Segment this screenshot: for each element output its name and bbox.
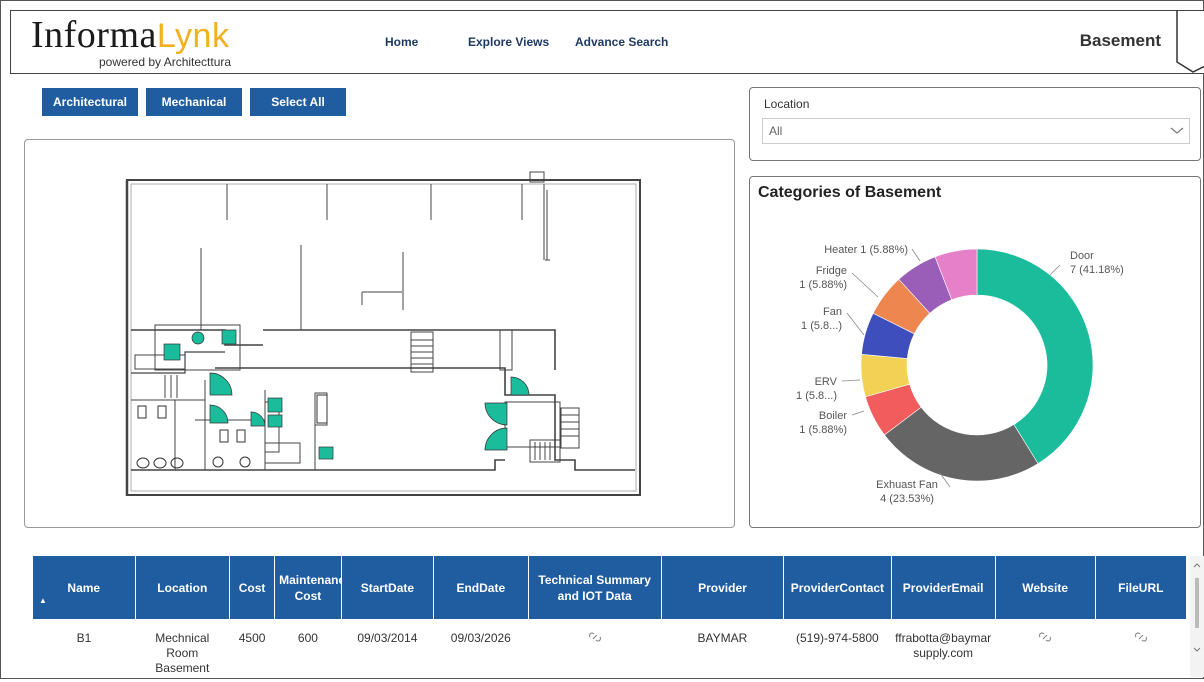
scrollbar-arrows — [1193, 563, 1201, 652]
location-label: Location — [764, 97, 810, 111]
donut-value-label: 1 (5.8...) — [801, 320, 842, 332]
donut-value-label: 1 (5.8...) — [796, 390, 837, 402]
cell-enddate: 09/03/2026 — [450, 631, 511, 645]
nav-explore-views[interactable]: Explore Views — [468, 35, 549, 49]
donut-value-label: 1 (5.88%) — [799, 279, 847, 291]
cell-providercontact: (519)-974-5800 — [796, 631, 879, 645]
donut-leader-line — [911, 248, 921, 262]
cell-provider: BAYMAR — [697, 631, 748, 645]
donut-label: Exhuast Fan — [876, 479, 938, 491]
logo-text-informa: Informa — [31, 14, 157, 56]
architectural-button[interactable]: Architectural — [42, 88, 138, 116]
table-row[interactable]: B1 Mechnical Room Basement 4500 600 09/0… — [33, 619, 1187, 677]
donut-label: Heater 1 (5.88%) — [824, 244, 908, 256]
chevron-down-icon — [1170, 127, 1184, 134]
col-header-name[interactable]: Name ▲ — [33, 556, 136, 619]
donut-value-label: 4 (23.53%) — [880, 493, 934, 505]
report-header: InformaLynk powered by Architecttura Hom… — [10, 10, 1204, 74]
col-header-providercontact[interactable]: ProviderContact — [783, 556, 892, 619]
informalynk-logo: InformaLynk powered by Architecttura — [31, 14, 231, 69]
sort-ascending-icon: ▲ — [39, 596, 47, 605]
col-header-startdate[interactable]: StartDate — [341, 556, 435, 619]
donut-label: ERV — [815, 376, 838, 388]
col-header-website[interactable]: Website — [995, 556, 1096, 619]
logo-text-lynk: Lynk — [156, 17, 230, 55]
cell-provideremail: ffrabotta@baymarsupply.com — [895, 631, 992, 660]
link-icon[interactable] — [588, 632, 601, 642]
table-header-row: Name ▲ Location Cost Maintenance Cost Sta… — [33, 556, 1188, 619]
floor-plan-drawing — [125, 171, 641, 496]
logo-subtitle: powered by Architecttura — [99, 55, 232, 69]
donut-label: Fan — [823, 306, 842, 318]
donut-leader-line — [851, 272, 879, 298]
mechanical-button[interactable]: Mechanical — [146, 88, 242, 116]
donut-label: Boiler — [819, 410, 847, 422]
donut-label: Door — [1070, 250, 1094, 262]
nav-home[interactable]: Home — [385, 35, 418, 49]
location-dropdown[interactable]: All — [762, 118, 1190, 144]
donut-slice-exhuast-fan[interactable] — [884, 406, 1039, 482]
cell-maintenance-cost: 600 — [297, 631, 318, 645]
col-header-maintenance-cost[interactable]: Maintenance Cost — [274, 556, 352, 619]
bookmark-icon[interactable] — [1175, 10, 1204, 74]
select-all-button[interactable]: Select All — [250, 88, 346, 116]
col-header-provider[interactable]: Provider — [661, 556, 785, 619]
cell-name: B1 — [76, 631, 92, 645]
col-header-cost[interactable]: Cost — [229, 556, 276, 619]
cell-website — [995, 619, 1095, 677]
nav-advance-search[interactable]: Advance Search — [575, 35, 668, 49]
col-header-location[interactable]: Location — [135, 556, 231, 619]
donut-leader-line — [851, 410, 865, 416]
donut-slice-door[interactable] — [976, 248, 1094, 465]
donut-leader-line — [846, 312, 865, 336]
donut-leader-line — [841, 379, 861, 382]
floor-plan-visual[interactable] — [24, 139, 735, 528]
col-header-fileurl[interactable]: FileURL — [1095, 556, 1188, 619]
location-slicer: Location All — [749, 87, 1201, 161]
donut-svg: Door 7 (41.18%) Exhuast Fan 4 (23.53%) Boile… — [796, 244, 1124, 505]
link-icon[interactable] — [1134, 632, 1147, 642]
col-header-enddate[interactable]: EndDate — [433, 556, 529, 619]
table-scrollbar[interactable] — [1190, 556, 1204, 677]
cell-startdate: 09/03/2014 — [357, 631, 418, 645]
link-icon[interactable] — [1039, 632, 1052, 642]
cell-location: Mechnical Room Basement — [155, 631, 210, 675]
page-title: Basement — [1079, 31, 1161, 50]
col-header-technical-summary[interactable]: Technical Summary and IOT Data — [528, 556, 662, 619]
col-header-provideremail[interactable]: ProviderEmail — [891, 556, 996, 619]
donut-leader-line — [1049, 264, 1061, 276]
cell-technical-summary — [528, 619, 661, 677]
donut-label: Fridge — [816, 265, 847, 277]
donut-value-label: 1 (5.88%) — [799, 424, 847, 436]
cell-fileurl — [1095, 619, 1186, 677]
categories-donut-chart[interactable]: Categories of Basement Door 7 (41.18%) Exh… — [749, 176, 1201, 528]
cell-cost: 4500 — [238, 631, 266, 645]
donut-value-label: 7 (41.18%) — [1070, 264, 1124, 276]
asset-table: Name ▲ Location Cost Maintenance Cost Sta… — [33, 556, 1197, 677]
location-value: All — [769, 124, 783, 138]
